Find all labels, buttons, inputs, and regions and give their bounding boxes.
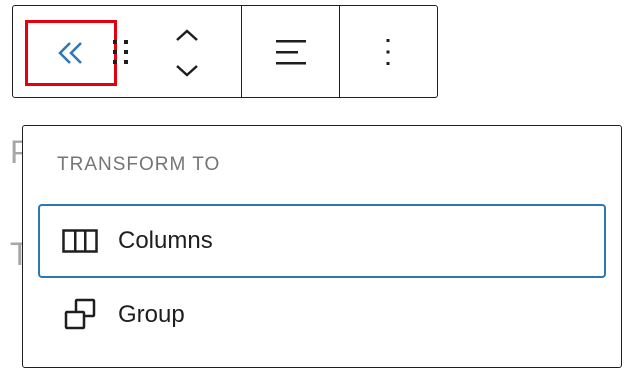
editor-canvas: P T TRANSFORM TO Columns Group <box>0 0 634 378</box>
group-icon <box>60 295 100 335</box>
toolbar-group-options <box>339 6 436 97</box>
align-button[interactable] <box>242 6 339 97</box>
columns-label: Columns <box>118 227 213 254</box>
chevron-up-down-icon <box>176 29 198 77</box>
transform-to-columns[interactable]: Columns <box>38 204 606 278</box>
move-up-down-button[interactable] <box>171 26 203 82</box>
drag-handle-icon <box>113 40 128 64</box>
transform-heading: TRANSFORM TO <box>57 154 221 175</box>
chevron-double-left-icon <box>58 42 82 64</box>
more-vertical-icon <box>386 38 390 65</box>
align-left-icon <box>275 39 306 64</box>
block-toolbar <box>12 5 438 98</box>
columns-icon <box>60 221 100 261</box>
drag-handle-button[interactable] <box>109 34 133 70</box>
more-options-button[interactable] <box>340 6 436 97</box>
transform-to-group[interactable]: Group <box>38 278 606 352</box>
group-label: Group <box>118 301 185 328</box>
toolbar-group-block <box>13 6 241 97</box>
toolbar-group-align <box>241 6 339 97</box>
transform-popover: TRANSFORM TO Columns Group <box>22 125 622 368</box>
select-parent-button[interactable] <box>25 20 117 86</box>
